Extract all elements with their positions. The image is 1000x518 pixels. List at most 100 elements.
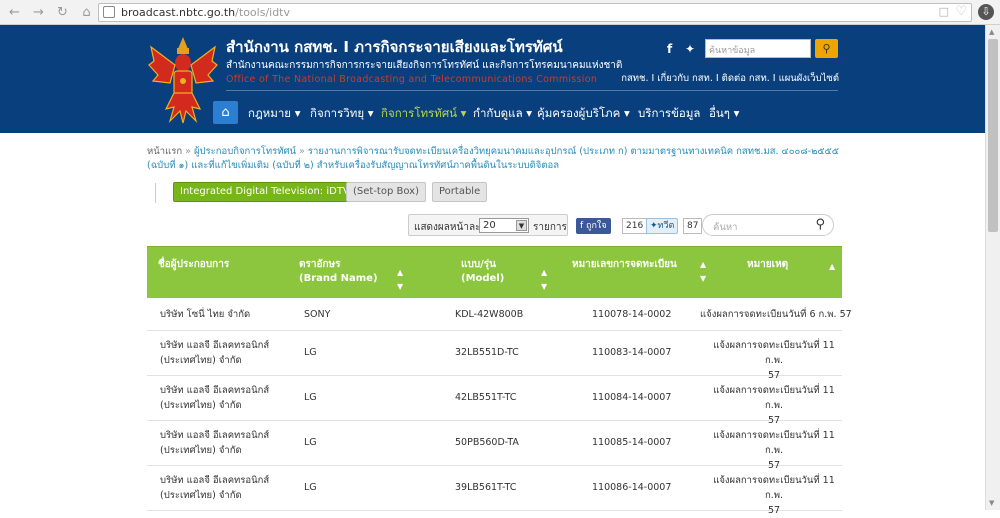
garuda-emblem-icon [148, 37, 218, 124]
menu-item-consumer[interactable]: คุ้มครองผู้บริโภค ▾ [537, 105, 630, 123]
model-cell: 39LB561T-TC [455, 482, 517, 493]
breadcrumb-separator: » [185, 146, 194, 157]
registration-cell: 110078-14-0002 [592, 309, 672, 320]
extension-icon[interactable]: ⇩ [978, 4, 994, 20]
sort-icon[interactable]: ▲ ▼ [700, 258, 706, 286]
sort-icon[interactable]: ▲ ▼ [397, 266, 403, 294]
table-row[interactable]: บริษัท แอลจี อีเลคทรอนิกส์ (ประเทศไทย) จ… [147, 421, 842, 471]
menu-item-law[interactable]: กฎหมาย ▾ [248, 105, 300, 123]
tab-set-top-box[interactable]: (Set-top Box) [346, 182, 426, 202]
house-icon: ⌂ [221, 105, 230, 120]
site-english-name: Office of The National Broadcasting and … [226, 74, 598, 85]
table-row[interactable]: บริษัท แอลจี อีเลคทรอนิกส์ (ประเทศไทย) จ… [147, 376, 842, 426]
company-cell: บริษัท แอลจี อีเลคทรอนิกส์ (ประเทศไทย) จ… [160, 383, 269, 413]
company-line2: (ประเทศไทย) จำกัด [160, 445, 242, 456]
header-search-button[interactable]: ⚲ [815, 39, 838, 58]
document-icon[interactable]: □ [939, 5, 949, 18]
column-header-model[interactable]: แบบ/รุ่น (Model) ▲ ▼ [443, 258, 553, 291]
per-page-value: 20 [483, 220, 496, 231]
menu-item-other[interactable]: อื่นๆ ▾ [709, 105, 739, 123]
note-cell: แจ้งผลการจดทะเบียนวันที่ 11 ก.พ. 57 [706, 473, 842, 518]
column-header-company[interactable]: ชื่อผู้ประกอบการ [158, 258, 229, 272]
registration-cell: 110086-14-0007 [592, 482, 672, 493]
forward-icon[interactable]: → [30, 4, 47, 21]
column-header-brand[interactable]: ตราอักษร (Brand Name) ▲ ▼ [299, 258, 409, 291]
brand-cell: LG [304, 392, 317, 403]
company-cell: บริษัท โซนี่ ไทย จำกัด [160, 309, 251, 320]
brand-cell: SONY [304, 309, 331, 320]
brand-header-label-en: (Brand Name) [299, 273, 378, 284]
back-icon[interactable]: ← [6, 4, 23, 21]
brand-header-label: ตราอักษร [299, 259, 341, 270]
breadcrumb: หน้าแรก » ผู้ประกอบกิจการโทรทัศน์ » รายง… [147, 145, 847, 173]
model-header-label: แบบ/รุ่น [461, 259, 496, 270]
top-links[interactable]: กสทช. I เกี่ยวกับ กสท. I ติดต่อ กสท. I แ… [621, 71, 839, 86]
tab-portable[interactable]: Portable [432, 182, 488, 202]
tab-idtv[interactable]: Integrated Digital Television: iDTV [173, 182, 357, 202]
registration-header-label: หมายเลขการจดทะเบียน [572, 259, 677, 270]
company-cell: บริษัท แอลจี อีเลคทรอนิกส์ (ประเทศไทย) จ… [160, 473, 269, 503]
model-cell: 32LB551D-TC [455, 347, 519, 358]
page-scrollbar[interactable]: ▲ ▼ [985, 25, 1000, 510]
brand-cell: LG [304, 347, 317, 358]
chevron-down-icon[interactable]: ▼ [516, 220, 527, 231]
tweet-button[interactable]: ✦ทวีต [646, 218, 679, 234]
column-header-note[interactable]: หมายเหตุ ▲ [747, 258, 842, 272]
menu-item-television[interactable]: กิจการโทรทัศน์ ▾ [381, 105, 466, 123]
scroll-up-icon[interactable]: ▲ [989, 28, 994, 36]
company-cell: บริษัท แอลจี อีเลคทรอนิกส์ (ประเทศไทย) จ… [160, 428, 269, 458]
url-host: broadcast.nbtc.go.th [121, 6, 236, 19]
facebook-icon[interactable]: f [667, 42, 672, 56]
breadcrumb-level2[interactable]: ผู้ประกอบกิจการโทรทัศน์ [194, 146, 296, 157]
search-icon[interactable]: ⚲ [815, 217, 825, 232]
table-row[interactable]: บริษัท แอลจี อีเลคทรอนิกส์ (ประเทศไทย) จ… [147, 331, 842, 381]
table-row[interactable]: บริษัท แอลจี อีเลคทรอนิกส์ (ประเทศไทย) จ… [147, 466, 842, 516]
table-search-input[interactable]: ค้นหา ⚲ [702, 214, 834, 236]
company-line2: (ประเทศไทย) จำกัด [160, 400, 242, 411]
scroll-down-icon[interactable]: ▼ [989, 499, 994, 507]
company-line2: (ประเทศไทย) จำกัด [160, 490, 242, 501]
note-cell: แจ้งผลการจดทะเบียนวันที่ 6 ก.พ. 57 [700, 309, 852, 320]
site-subtitle: สำนักงานคณะกรรมการกิจการกระจายเสียงกิจกา… [226, 60, 623, 71]
tweet-count: 87 [683, 218, 703, 234]
per-page-select[interactable]: 20 ▼ [479, 218, 529, 233]
note-header-label: หมายเหตุ [747, 259, 789, 270]
menu-item-radio[interactable]: กิจการวิทยุ ▾ [310, 105, 374, 123]
facebook-like-button[interactable]: f ถูกใจ [576, 218, 611, 234]
breadcrumb-home[interactable]: หน้าแรก [147, 146, 182, 157]
bookmark-star-icon[interactable]: ♡ [955, 4, 967, 19]
scroll-thumb[interactable] [988, 39, 998, 232]
menu-item-services[interactable]: บริการข้อมูล [638, 105, 700, 123]
table-header: ชื่อผู้ประกอบการ ตราอักษร (Brand Name) ▲… [147, 246, 842, 298]
table-row[interactable]: บริษัท โซนี่ ไทย จำกัด SONY KDL-42W800B … [147, 298, 852, 331]
sort-asc-icon[interactable]: ▲ [829, 260, 835, 274]
items-label: รายการ [533, 222, 567, 233]
model-header-label-en: (Model) [461, 273, 505, 284]
company-header-label: ชื่อผู้ประกอบการ [158, 259, 230, 270]
company-cell: บริษัท แอลจี อีเลคทรอนิกส์ (ประเทศไทย) จ… [160, 338, 269, 368]
reload-icon[interactable]: ↻ [54, 4, 71, 21]
site-title[interactable]: สำนักงาน กสทช. I ภารกิจกระจายเสียงและโทร… [226, 35, 563, 59]
model-cell: KDL-42W800B [455, 309, 524, 320]
home-icon[interactable]: ⌂ [78, 4, 95, 21]
note-line1: แจ้งผลการจดทะเบียนวันที่ 11 ก.พ. [713, 475, 835, 501]
brand-cell: LG [304, 482, 317, 493]
devices-table: ชื่อผู้ประกอบการ ตราอักษร (Brand Name) ▲… [147, 246, 852, 516]
company-line2: (ประเทศไทย) จำกัด [160, 355, 242, 366]
sort-icon[interactable]: ▲ ▼ [541, 266, 547, 294]
column-header-registration[interactable]: หมายเลขการจดทะเบียน ▲ ▼ [572, 258, 712, 283]
brand-cell: LG [304, 437, 317, 448]
tweet-label: ทวีต [657, 221, 675, 231]
address-bar[interactable]: broadcast.nbtc.go.th/tools/idtv □ ♡ [98, 3, 972, 22]
twitter-icon[interactable]: ✦ [685, 42, 695, 56]
home-button[interactable]: ⌂ [213, 101, 238, 124]
note-line2: 57 [767, 505, 781, 516]
header-divider [226, 90, 838, 91]
header-search-input[interactable]: ค้นหาข้อมูล [705, 39, 811, 58]
note-line1: แจ้งผลการจดทะเบียนวันที่ 11 ก.พ. [713, 385, 835, 411]
menu-item-regulation[interactable]: กำกับดูแล ▾ [473, 105, 532, 123]
header-search-placeholder: ค้นหาข้อมูล [709, 46, 756, 56]
registration-cell: 110085-14-0007 [592, 437, 672, 448]
breadcrumb-separator: » [299, 146, 308, 157]
site-header: สำนักงาน กสทช. I ภารกิจกระจายเสียงและโทร… [0, 25, 985, 133]
